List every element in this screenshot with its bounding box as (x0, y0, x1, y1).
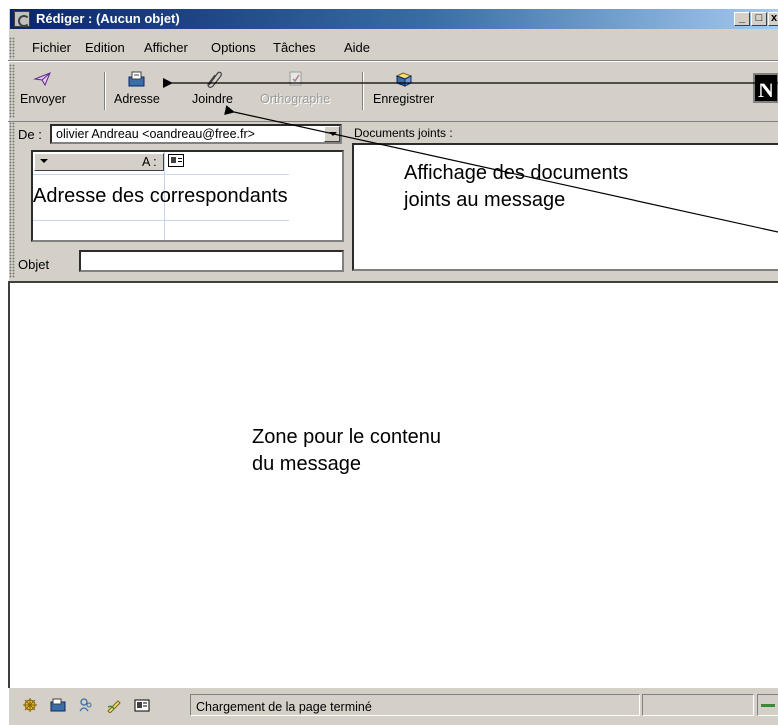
message-body[interactable] (8, 281, 778, 688)
save-icon (394, 70, 414, 88)
attach-button[interactable]: Joindre (192, 70, 233, 106)
minimize-button[interactable]: _ (734, 12, 750, 26)
subject-label: Objet (18, 257, 50, 272)
menubar-gripper[interactable] (9, 37, 15, 59)
app-icon (14, 11, 30, 27)
close-button[interactable]: x (768, 12, 778, 26)
attach-label: Joindre (192, 92, 233, 106)
navigator-icon[interactable] (22, 697, 38, 713)
annotation-attachments-line1: Affichage des documents (404, 162, 629, 184)
save-button[interactable]: Enregistrer (373, 70, 434, 106)
annotation-attachments-line2: joints au message (404, 189, 566, 211)
annotation-addresses: Adresse des correspondants (33, 185, 288, 207)
menu-fichier[interactable]: Fichier (32, 40, 71, 55)
annotation-body: Zone pour le contenu du message (252, 424, 512, 478)
address-book-icon[interactable] (134, 697, 150, 713)
toolbar-separator (362, 72, 364, 110)
attachments-label: Documents joints : (354, 126, 453, 140)
connection-icon[interactable] (757, 694, 778, 716)
address-book-icon (127, 70, 147, 88)
toolbar-separator (104, 72, 106, 110)
netscape-logo[interactable]: N (753, 73, 778, 103)
save-label: Enregistrer (373, 92, 435, 106)
menu-aide[interactable]: Aide (344, 40, 370, 55)
instant-message-icon[interactable] (78, 697, 94, 713)
chevron-down-icon (40, 159, 48, 163)
spelling-button[interactable]: Orthographe (260, 70, 330, 106)
from-label: De : (18, 127, 42, 142)
spellcheck-icon (285, 70, 305, 88)
send-icon (32, 70, 53, 88)
subject-input[interactable] (79, 250, 344, 272)
send-button[interactable]: Envoyer (20, 70, 66, 106)
menu-edition[interactable]: Edition (85, 40, 125, 55)
grid-line (33, 220, 289, 221)
address-card-icon (168, 154, 184, 167)
menu-options[interactable]: Options (211, 40, 256, 55)
annotation-body-line2: du message (252, 453, 361, 475)
window-title: Rédiger : (Aucun objet) (36, 11, 180, 26)
address-button[interactable]: Adresse (114, 70, 160, 106)
annotation-attachments: Affichage des documents joints au messag… (404, 160, 704, 214)
chevron-down-icon[interactable] (324, 126, 340, 142)
maximize-button[interactable]: □ (751, 12, 767, 26)
mail-icon[interactable] (50, 697, 66, 713)
spelling-label: Orthographe (260, 92, 331, 106)
from-select[interactable]: olivier Andreau <oandreau@free.fr> (50, 124, 342, 144)
status-text: Chargement de la page terminé (196, 700, 372, 714)
recipient-type-label: A : (142, 155, 157, 169)
grid-line (33, 174, 289, 175)
annotation-body-line1: Zone pour le contenu (252, 426, 442, 448)
menu-taches[interactable]: Tâches (273, 40, 316, 55)
menu-afficher[interactable]: Afficher (144, 40, 188, 55)
progress-field (642, 694, 754, 716)
composer-icon[interactable] (106, 697, 122, 714)
send-label: Envoyer (20, 92, 66, 106)
address-label: Adresse (114, 92, 160, 106)
paperclip-icon (203, 70, 223, 88)
